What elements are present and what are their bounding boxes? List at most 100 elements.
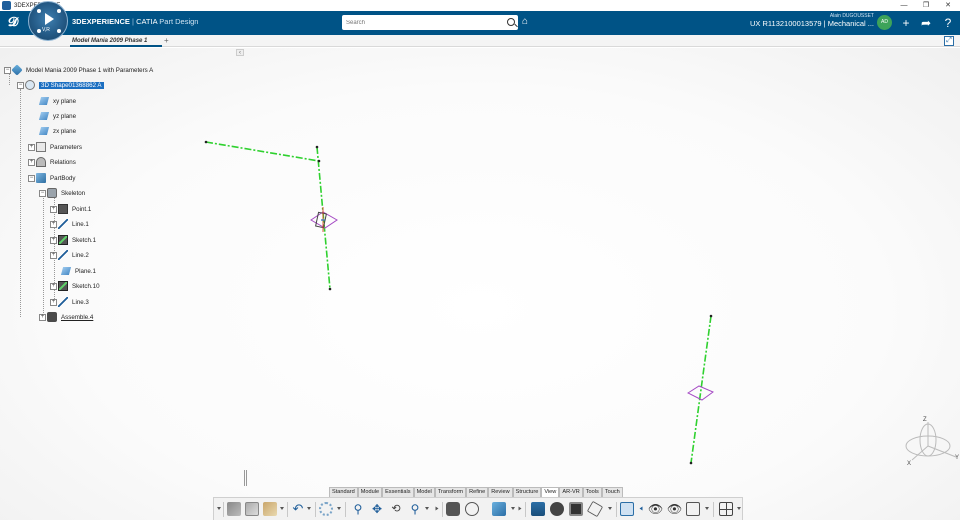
tree-toggle-icon[interactable] bbox=[620, 502, 634, 516]
chevron-down-icon[interactable] bbox=[280, 507, 284, 510]
shading-icon[interactable] bbox=[550, 502, 564, 516]
compass-widget[interactable]: V,R bbox=[28, 1, 68, 41]
expand-icon[interactable]: + bbox=[50, 251, 57, 259]
collab-space[interactable]: UX R1132100013579 | Mechanical ... bbox=[750, 19, 874, 28]
tab-standard[interactable]: Standard bbox=[329, 487, 358, 497]
minimize-button[interactable]: — bbox=[893, 0, 915, 11]
tree-item-sketch1[interactable]: + Sketch.1 bbox=[50, 234, 96, 246]
fullscreen-icon[interactable]: ⤢ bbox=[944, 36, 954, 46]
avatar[interactable]: AD bbox=[877, 15, 892, 30]
rotate-icon[interactable]: ⟲ bbox=[389, 502, 403, 516]
update-icon[interactable] bbox=[319, 502, 333, 516]
help-icon[interactable]: ? bbox=[941, 16, 955, 30]
tree-item-sketch10[interactable]: + Sketch.10 bbox=[50, 280, 100, 292]
tab-ar-vr[interactable]: AR-VR bbox=[559, 487, 583, 497]
chevron-down-icon[interactable] bbox=[608, 507, 612, 510]
tree-item-line2[interactable]: + Line.2 bbox=[50, 249, 89, 261]
collapse-icon[interactable]: − bbox=[17, 81, 24, 89]
tab-view[interactable]: View bbox=[541, 487, 560, 497]
undo-icon[interactable]: ↶ bbox=[291, 502, 305, 516]
tab-review[interactable]: Review bbox=[488, 487, 513, 497]
tag-icon[interactable]: ⌂ bbox=[522, 16, 534, 28]
share-icon[interactable]: ➦ bbox=[919, 16, 933, 30]
pan-icon[interactable]: ✥ bbox=[370, 502, 384, 516]
vertex-point[interactable] bbox=[315, 145, 319, 149]
tab-refine[interactable]: Refine bbox=[466, 487, 489, 497]
tree-shape[interactable]: − 3D Shape01368862 A bbox=[17, 79, 104, 91]
hide-show-icon[interactable]: 👁 bbox=[648, 502, 663, 516]
collapse-tree-button[interactable]: ‹ bbox=[236, 49, 244, 56]
expand-icon[interactable]: + bbox=[39, 313, 46, 321]
tab-tools[interactable]: Tools bbox=[582, 487, 602, 497]
tab-module[interactable]: Module bbox=[357, 487, 383, 497]
chevron-down-icon[interactable] bbox=[737, 507, 741, 510]
panel-splitter[interactable] bbox=[244, 470, 247, 486]
tree-item-skeleton[interactable]: − Skeleton bbox=[39, 187, 85, 199]
tree-item-point1[interactable]: + Point.1 bbox=[50, 203, 91, 215]
user-context[interactable]: Alain DUGOUSSET UX R1132100013579 | Mech… bbox=[750, 13, 874, 28]
search-icon[interactable] bbox=[507, 18, 515, 26]
ds-logo-icon[interactable]: 𝓓 bbox=[8, 15, 24, 31]
tree-item-parameters[interactable]: + Parameters bbox=[28, 141, 82, 153]
view-cube-icon[interactable] bbox=[492, 502, 506, 516]
tree-item-line1[interactable]: + Line.1 bbox=[50, 218, 89, 230]
tree-root[interactable]: − Model Mania 2009 Phase 1 with Paramete… bbox=[4, 64, 153, 76]
chevron-down-icon[interactable] bbox=[307, 507, 311, 510]
expand-icon[interactable]: + bbox=[50, 282, 57, 290]
tree-item-line3[interactable]: + Line.3 bbox=[50, 296, 89, 308]
chevron-down-icon[interactable] bbox=[705, 507, 709, 510]
tree-item-yz-plane[interactable]: yz plane bbox=[38, 110, 76, 122]
expand-icon[interactable]: + bbox=[50, 205, 57, 213]
vertex-point[interactable] bbox=[328, 287, 332, 291]
multi-view-icon[interactable] bbox=[719, 502, 733, 516]
tree-item-relations[interactable]: + Relations bbox=[28, 156, 76, 168]
tree-item-zx-plane[interactable]: zx plane bbox=[38, 125, 76, 137]
expand-icon[interactable]: + bbox=[50, 298, 57, 306]
vertex-point[interactable] bbox=[204, 140, 208, 144]
paste-icon[interactable] bbox=[263, 502, 277, 516]
capture-icon[interactable] bbox=[446, 502, 460, 516]
scroll-icon[interactable] bbox=[435, 506, 439, 511]
add-icon[interactable]: + bbox=[899, 16, 913, 30]
collapse-icon[interactable]: − bbox=[39, 189, 46, 197]
restore-button[interactable]: ❐ bbox=[915, 0, 937, 11]
tab-essentials[interactable]: Essentials bbox=[382, 487, 414, 497]
add-tab-button[interactable]: + bbox=[164, 36, 169, 46]
expand-icon[interactable]: + bbox=[50, 220, 57, 228]
zoom-area-icon[interactable]: ⚲ bbox=[408, 502, 422, 516]
chevron-down-icon[interactable] bbox=[425, 507, 429, 510]
vertex-point[interactable] bbox=[709, 314, 713, 318]
expand-icon[interactable]: + bbox=[50, 236, 57, 244]
vertex-point[interactable] bbox=[689, 461, 693, 465]
fit-all-icon[interactable] bbox=[465, 502, 479, 516]
chevron-left-icon[interactable] bbox=[639, 506, 643, 511]
collapse-icon[interactable]: − bbox=[4, 66, 11, 74]
tree-item-plane1[interactable]: Plane.1 bbox=[60, 265, 96, 277]
close-button[interactable]: ✕ bbox=[937, 0, 959, 11]
layer-icon[interactable] bbox=[686, 502, 700, 516]
scroll-icon[interactable] bbox=[518, 506, 522, 511]
edges-icon[interactable] bbox=[569, 502, 583, 516]
search-box[interactable] bbox=[342, 15, 518, 30]
expand-icon[interactable]: + bbox=[28, 143, 35, 151]
3d-viewport[interactable]: Z X Y bbox=[0, 48, 960, 520]
tree-item-partbody[interactable]: − PartBody bbox=[28, 172, 75, 184]
geometry-line[interactable] bbox=[205, 141, 320, 162]
chevron-down-icon[interactable] bbox=[337, 507, 341, 510]
copy-icon[interactable] bbox=[245, 502, 259, 516]
expand-icon[interactable]: + bbox=[28, 158, 35, 166]
tab-touch[interactable]: Touch bbox=[601, 487, 623, 497]
vertex-point[interactable] bbox=[317, 159, 321, 163]
render-icon[interactable] bbox=[531, 502, 545, 516]
tab-transform[interactable]: Transform bbox=[434, 487, 467, 497]
swap-visible-icon[interactable]: 👁 bbox=[667, 502, 682, 516]
chevron-down-icon[interactable] bbox=[511, 507, 515, 510]
search-input[interactable] bbox=[342, 15, 492, 30]
tree-item-assemble4[interactable]: + Assemble.4 bbox=[39, 311, 93, 323]
tree-item-xy-plane[interactable]: xy plane bbox=[38, 95, 76, 107]
geometry-canvas[interactable] bbox=[0, 48, 960, 520]
collapse-icon[interactable]: − bbox=[28, 174, 35, 182]
tab-model[interactable]: Model bbox=[413, 487, 435, 497]
axis-triad[interactable] bbox=[905, 422, 957, 461]
chevron-down-icon[interactable] bbox=[217, 507, 221, 510]
